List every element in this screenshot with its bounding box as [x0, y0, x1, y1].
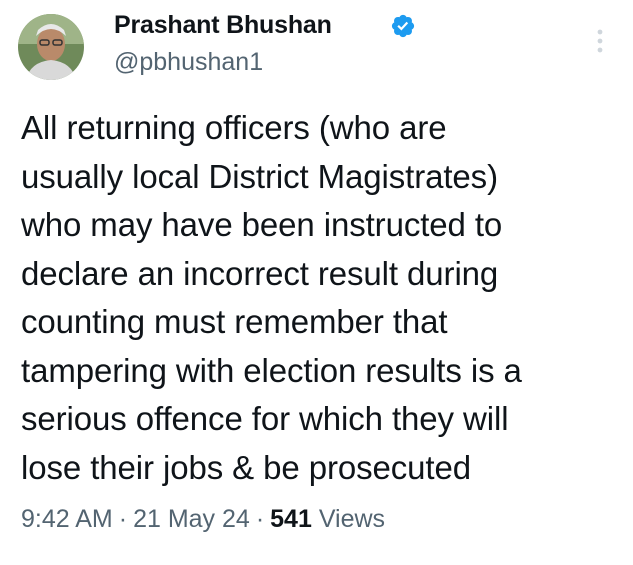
verified-badge-icon [390, 13, 416, 39]
author-name[interactable]: Prashant Bhushan [114, 11, 332, 40]
meta-separator: · [255, 505, 265, 533]
more-vertical-icon[interactable] [590, 26, 610, 56]
views-count: 541 [270, 505, 312, 533]
tweet-text-line: tampering with election results is a [21, 351, 522, 389]
tweet-time[interactable]: 9:42 AM [21, 505, 113, 533]
tweet-text-line: who may have been instructed to [21, 206, 503, 243]
tweet-date[interactable]: 21 May 24 [133, 505, 250, 533]
tweet-text-line: serious offence for which they will [21, 400, 509, 437]
tweet-text-line: declare an incorrect result during [21, 254, 499, 292]
views-label: Views [318, 505, 386, 533]
author-avatar[interactable] [18, 14, 84, 80]
tweet-meta: 9:42 AM · 21 May 24 · 541 Views [21, 505, 385, 534]
tweet-card: Prashant Bhushan @pbhushan1 All returnin… [0, 0, 633, 565]
tweet-text: All returning officers (who are usually … [21, 104, 621, 492]
tweet-text-line: counting must remember that [21, 303, 448, 340]
tweet-text-line: usually local District Magistrates) [21, 157, 498, 195]
tweet-text-line: All returning officers (who are [21, 109, 447, 146]
tweet-text-line: lose their jobs & be prosecuted [21, 448, 472, 486]
meta-separator: · [118, 505, 128, 533]
author-handle[interactable]: @pbhushan1 [114, 48, 263, 77]
